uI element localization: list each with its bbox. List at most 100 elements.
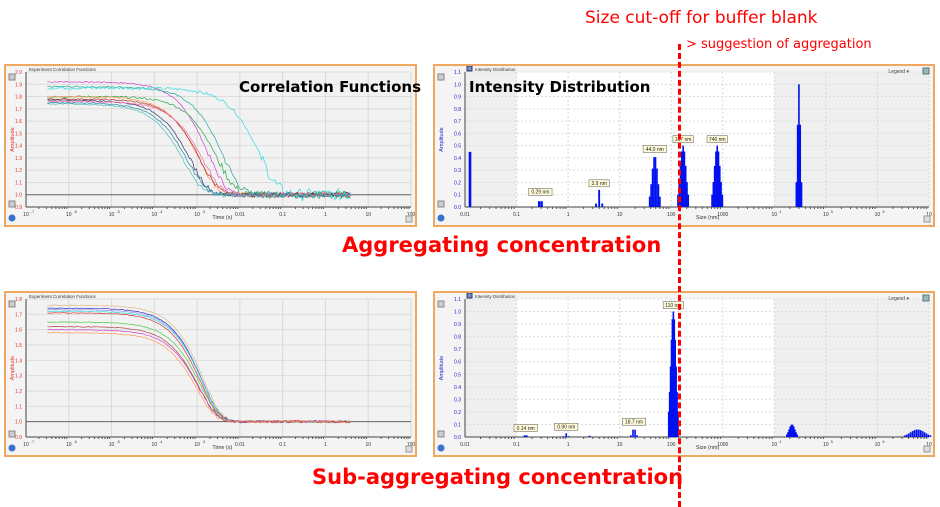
- y-tick-label: 1.8: [15, 95, 22, 101]
- bar: [540, 201, 543, 207]
- x-tick-exponent: -4: [159, 440, 162, 444]
- x-tick-exponent: -4: [159, 210, 162, 214]
- intensity-panel-aggregating: 0.0 0.1 0.2 0.3 0.4 0.5 0.6 0.7 0.8 0.9 1.0 1.1 0.01…: [433, 64, 935, 227]
- y-tick-label: 1.4: [15, 144, 22, 150]
- correlation-chart-subaggregating: 0.91.01.11.21.31.41.51.61.71.810 -7 10 -6 10…: [8, 294, 415, 453]
- bar: [913, 430, 916, 437]
- bar: [632, 429, 634, 437]
- y-tick-label: 1.6: [15, 119, 22, 125]
- x-tick-label: 0.01: [460, 212, 470, 218]
- x-tick-label: 1: [324, 212, 327, 218]
- x-tick-label: 0.1: [279, 212, 286, 218]
- x-tick-label: 10: [772, 212, 778, 218]
- y-tick-label: 1.5: [15, 131, 22, 137]
- y-tick-label: 1.9: [15, 82, 22, 88]
- bar: [925, 433, 928, 437]
- y-tick-label: 1.6: [15, 328, 22, 334]
- info-icon: [437, 444, 445, 452]
- bar: [565, 433, 568, 437]
- x-tick-label: 0.1: [513, 442, 520, 448]
- bar: [636, 435, 638, 437]
- y-tick-label: 0.2: [454, 180, 461, 186]
- peak-label: 0.90 nm: [557, 425, 575, 431]
- x-tick-exponent: -7: [31, 210, 34, 214]
- y-tick-label: 0.8: [454, 335, 461, 341]
- y-tick-label: 1.5: [15, 343, 22, 349]
- y-tick-label: 1.0: [454, 82, 461, 88]
- y-tick-label: 1.1: [454, 297, 461, 303]
- x-tick-label: 10: [194, 442, 200, 448]
- bar: [929, 435, 932, 437]
- bar: [907, 433, 910, 437]
- info-icon: [437, 214, 445, 222]
- y-tick-label: 0.4: [454, 156, 461, 162]
- peak-label: 44.0 nm: [646, 147, 664, 153]
- x-tick-label: 10: [66, 442, 72, 448]
- y-tick-label: 1.8: [15, 297, 22, 303]
- peak-label: 0.14 nm: [517, 426, 535, 432]
- size-cutoff-line: [678, 44, 681, 507]
- y-tick-label: 0.6: [454, 131, 461, 137]
- x-tick-label: 100: [667, 442, 676, 448]
- bar: [919, 430, 922, 437]
- legend-button: Legend ▾: [888, 296, 909, 302]
- intensity-chart-subaggregating: 0.0 0.1 0.2 0.3 0.4 0.5 0.6 0.7 0.8 0.9 1.0 1.1 0.01…: [437, 293, 932, 453]
- y-tick-label: 1.1: [15, 404, 22, 410]
- y-tick-label: 1.7: [15, 312, 22, 318]
- bar: [630, 435, 632, 437]
- x-tick-label: 10: [772, 442, 778, 448]
- y-tick-label: 0.1: [454, 422, 461, 428]
- y-tick-label: 1.7: [15, 107, 22, 113]
- bar: [903, 435, 906, 437]
- y-tick-label: 0.1: [454, 193, 461, 199]
- x-tick-exponent: 4: [779, 440, 781, 444]
- x-tick-exponent: -5: [117, 210, 120, 214]
- correlation-panel-subaggregating: 0.9 1.0 1.1 1.2 1.3 1.4 1.5 1.6 1.7 1.8 10 -7 10 -6 10…: [4, 291, 417, 457]
- resize-handle: [923, 215, 931, 223]
- x-tick-label: 10: [823, 442, 829, 448]
- x-tick-exponent: -3: [202, 440, 205, 444]
- y-tick-label: 0.8: [454, 107, 461, 113]
- bar: [650, 184, 652, 207]
- x-tick-label: 10: [23, 212, 29, 218]
- x-tick-label: 0.1: [279, 442, 286, 448]
- bar: [687, 194, 690, 207]
- y-tick-label: 0.2: [454, 410, 461, 416]
- y-tick-label: 1.4: [15, 358, 22, 364]
- y-tick-label: 1.0: [15, 420, 22, 426]
- bar: [911, 431, 914, 437]
- correlation-overlay-title: Correlation Functions: [239, 78, 422, 96]
- x-tick-exponent: -7: [31, 440, 34, 444]
- x-axis-label: Time (s): [212, 445, 232, 451]
- x-tick-exponent: -3: [202, 210, 205, 214]
- shaded-range: [465, 299, 517, 437]
- bar: [927, 434, 930, 437]
- y-tick-label: 0.7: [454, 119, 461, 125]
- y-tick-label: 0.9: [454, 95, 461, 101]
- y-tick-label: 2.0: [15, 70, 22, 76]
- bar: [469, 151, 472, 207]
- y-tick-label: 1.2: [15, 168, 22, 174]
- scroll-button-bottom: [8, 430, 16, 438]
- bar: [905, 434, 908, 437]
- bar: [601, 203, 604, 207]
- bar: [921, 431, 924, 437]
- bar: [648, 196, 651, 207]
- x-tick-label: 10: [152, 212, 158, 218]
- cutoff-title: Size cut-off for buffer blank: [585, 8, 818, 28]
- y-tick-label: 0.3: [454, 397, 461, 403]
- bar: [537, 201, 541, 207]
- x-tick-label: 10: [875, 212, 881, 218]
- x-tick-exponent: -5: [117, 440, 120, 444]
- bar: [796, 434, 798, 437]
- bar: [568, 436, 570, 437]
- resize-handle: [405, 215, 413, 223]
- chart-title: Experiment Correlation Functions: [29, 294, 97, 299]
- x-tick-label: 10: [152, 442, 158, 448]
- peak-label: 0.29 nm: [531, 190, 549, 196]
- peak-label: 3.9 nm: [592, 181, 607, 187]
- bar: [562, 436, 565, 437]
- y-tick-label: 0.4: [454, 385, 461, 391]
- bar: [659, 196, 661, 207]
- scroll-button-top: [437, 300, 445, 308]
